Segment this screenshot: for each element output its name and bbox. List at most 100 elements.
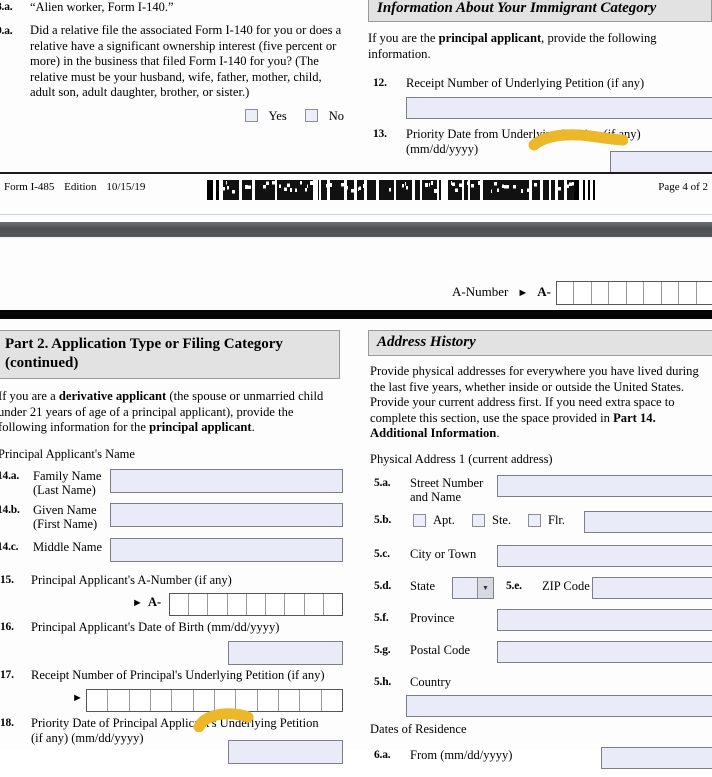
a-number-cell[interactable] bbox=[592, 282, 609, 304]
item-5e-number: 5.e. bbox=[506, 580, 522, 592]
item-5f-input[interactable] bbox=[497, 609, 712, 631]
a-number-header: A-Number ► A- bbox=[452, 283, 551, 301]
checkbox-ste[interactable] bbox=[472, 514, 485, 527]
address-history-intro: Provide physical addresses for everywher… bbox=[368, 364, 712, 442]
item-14c-input[interactable] bbox=[110, 538, 343, 562]
chevron-down-icon[interactable]: ▼ bbox=[477, 578, 493, 598]
item-18-input[interactable] bbox=[228, 740, 343, 764]
item-9a-question: Did a relative file the associated Form … bbox=[30, 23, 346, 101]
footer-edition-date: 10/15/19 bbox=[106, 181, 145, 193]
bottom-left-column: Part 2. Application Type or Filing Categ… bbox=[0, 330, 348, 762]
item-16-number: 16. bbox=[0, 621, 14, 633]
a-number-cell[interactable] bbox=[627, 282, 644, 304]
a-number-cell[interactable] bbox=[679, 282, 696, 304]
receipt-cell[interactable] bbox=[87, 690, 108, 711]
item-15: 15. Principal Applicant's A-Number (if a… bbox=[0, 573, 348, 619]
a-number-cell[interactable] bbox=[324, 594, 342, 615]
a-number-cell[interactable] bbox=[228, 594, 247, 615]
item-14b-input[interactable] bbox=[110, 503, 343, 527]
checkbox-9a-no[interactable] bbox=[305, 109, 318, 122]
a-number-cell[interactable] bbox=[609, 282, 626, 304]
receipt-cell[interactable] bbox=[194, 690, 215, 711]
item-6a-input[interactable] bbox=[601, 747, 712, 769]
a-number-cell[interactable] bbox=[574, 282, 591, 304]
item-17-number: 17. bbox=[0, 669, 14, 681]
item-14a: 14.a. Family Name (Last Name) bbox=[0, 469, 348, 501]
receipt-cell[interactable] bbox=[300, 690, 321, 711]
part2-intro-suffix: . bbox=[252, 420, 255, 434]
a-number-cell[interactable] bbox=[557, 282, 574, 304]
item-5e-input[interactable] bbox=[592, 577, 712, 599]
item-13-input[interactable] bbox=[610, 151, 712, 173]
item-8a: 8.a. “Alien worker, Form I-140.” bbox=[0, 0, 348, 18]
a-number-cell[interactable] bbox=[662, 282, 679, 304]
label-9a-no: No bbox=[329, 109, 344, 123]
item-5a: 5.a. Street Number and Name bbox=[368, 475, 712, 509]
receipt-cell[interactable] bbox=[258, 690, 279, 711]
item-6a-label: From (mm/dd/yyyy) bbox=[410, 748, 512, 763]
item-15-boxes[interactable] bbox=[169, 593, 343, 616]
item-16: 16. Principal Applicant's Date of Birth … bbox=[0, 620, 348, 666]
item-12: 12. Receipt Number of Underlying Petitio… bbox=[368, 76, 712, 122]
receipt-cell[interactable] bbox=[108, 690, 129, 711]
item-14a-input[interactable] bbox=[110, 469, 343, 493]
receipt-cell[interactable] bbox=[322, 690, 342, 711]
section-header-immigrant-category: Information About Your Immigrant Categor… bbox=[368, 0, 712, 22]
item-8a-text: “Alien worker, Form I-140.” bbox=[30, 0, 174, 15]
receipt-cell[interactable] bbox=[215, 690, 236, 711]
item-17: 17. Receipt Number of Principal's Underl… bbox=[0, 668, 348, 714]
receipt-cell[interactable] bbox=[279, 690, 300, 711]
item-5b-input[interactable] bbox=[584, 511, 712, 533]
item-6a: 6.a. From (mm/dd/yyyy) bbox=[368, 747, 712, 777]
item-16-label: Principal Applicant's Date of Birth (mm/… bbox=[31, 620, 279, 635]
item-5f: 5.f. Province bbox=[368, 609, 712, 635]
item-14b: 14.b. Given Name (First Name) bbox=[0, 503, 348, 535]
item-5a-input[interactable] bbox=[497, 475, 712, 497]
principal-applicant-name-subheading: Principal Applicant's Name bbox=[0, 447, 348, 462]
checkbox-apt[interactable] bbox=[413, 514, 426, 527]
footer-form-info: Form I-485 Edition 10/15/19 bbox=[4, 181, 145, 193]
receipt-cell[interactable] bbox=[151, 690, 172, 711]
item-5e-label: ZIP Code bbox=[542, 579, 590, 594]
a-number-cell[interactable] bbox=[285, 594, 304, 615]
item-5c-input[interactable] bbox=[497, 545, 712, 567]
section-header-address-history: Address History bbox=[368, 330, 712, 356]
item-5h-input[interactable] bbox=[406, 695, 712, 717]
a-number-cell[interactable] bbox=[644, 282, 661, 304]
part2-title-line1: Part 2. Application Type or Filing Categ… bbox=[5, 335, 331, 354]
label-ste: Ste. bbox=[492, 513, 511, 528]
item-16-input[interactable] bbox=[228, 641, 343, 665]
item-5h: 5.h. Country bbox=[368, 674, 712, 718]
item-5h-label: Country bbox=[410, 675, 451, 690]
item-9a: 9.a. Did a relative file the associated … bbox=[0, 23, 348, 125]
item-12-input[interactable] bbox=[406, 97, 712, 119]
a-number-boxes[interactable] bbox=[556, 281, 712, 305]
item-18-number: 18. bbox=[0, 717, 14, 729]
label-9a-yes: Yes bbox=[269, 109, 287, 123]
footer-page-number: Page 4 of 2 bbox=[658, 181, 708, 193]
a-number-cell[interactable] bbox=[247, 594, 266, 615]
receipt-cell[interactable] bbox=[130, 690, 151, 711]
a-number-cell[interactable] bbox=[697, 282, 712, 304]
item-5g-label: Postal Code bbox=[410, 643, 470, 658]
checkbox-9a-yes[interactable] bbox=[245, 109, 258, 122]
a-number-cell[interactable] bbox=[305, 594, 324, 615]
item-5b: 5.b. Apt. Ste. Flr. bbox=[368, 511, 712, 539]
item-17-boxes[interactable] bbox=[86, 689, 343, 712]
checkbox-flr[interactable] bbox=[528, 514, 541, 527]
item-17-arrow-icon: ► bbox=[72, 692, 83, 704]
part2-title-line2: (continued) bbox=[5, 354, 331, 373]
item-15-label: Principal Applicant's A-Number (if any) bbox=[31, 573, 232, 588]
a-number-cell[interactable] bbox=[170, 594, 189, 615]
address-intro-suffix: . bbox=[496, 426, 499, 440]
receipt-cell[interactable] bbox=[236, 690, 257, 711]
receipt-cell[interactable] bbox=[172, 690, 193, 711]
item-5d-state-select[interactable]: ▼ bbox=[452, 577, 494, 599]
a-number-cell[interactable] bbox=[266, 594, 285, 615]
document-viewer: 8.a. “Alien worker, Form I-140.” 9.a. Di… bbox=[0, 0, 712, 750]
a-number-cell[interactable] bbox=[208, 594, 227, 615]
top-left-column: 8.a. “Alien worker, Form I-140.” 9.a. Di… bbox=[0, 0, 348, 125]
a-number-cell[interactable] bbox=[189, 594, 208, 615]
item-5g-input[interactable] bbox=[497, 641, 712, 663]
top-right-column: Information About Your Immigrant Categor… bbox=[368, 0, 712, 177]
